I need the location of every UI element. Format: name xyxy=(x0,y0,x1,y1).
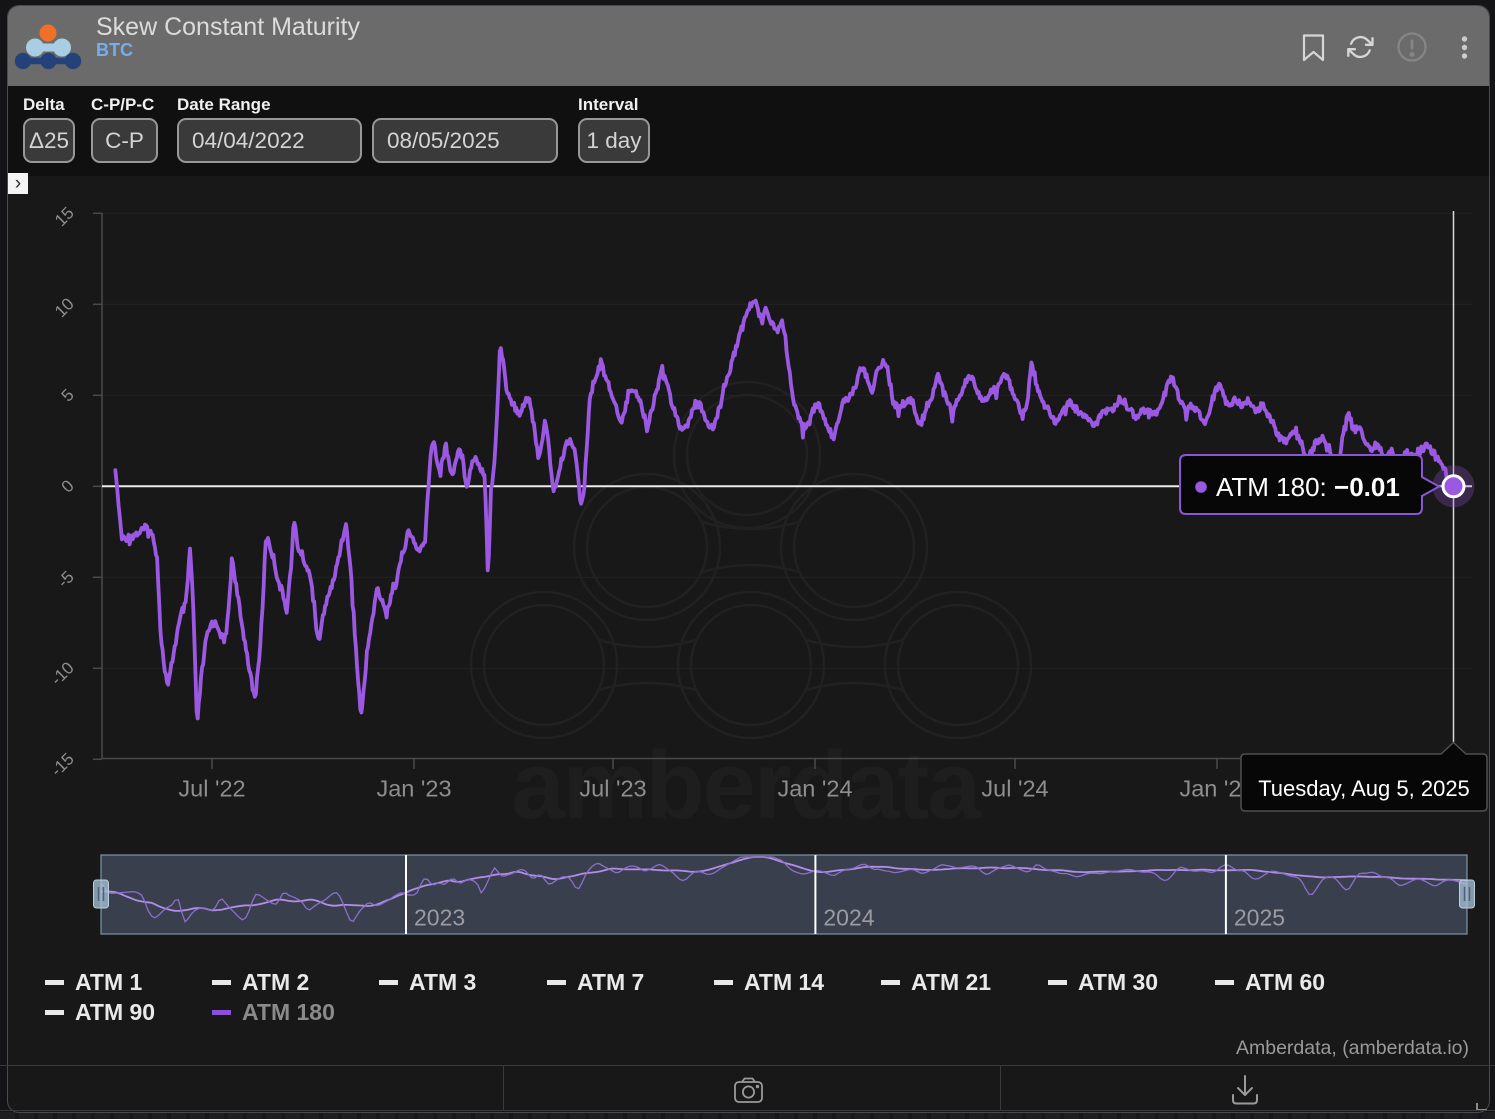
svg-text:10: 10 xyxy=(51,294,78,321)
svg-text:Jan '23: Jan '23 xyxy=(376,776,451,802)
svg-text:Tuesday, Aug 5, 2025: Tuesday, Aug 5, 2025 xyxy=(1258,776,1470,801)
svg-text:-15: -15 xyxy=(47,749,78,780)
svg-text:Jul '22: Jul '22 xyxy=(178,776,245,802)
svg-text:Jan '24: Jan '24 xyxy=(777,776,852,802)
svg-text:2024: 2024 xyxy=(823,905,874,931)
svg-text:15: 15 xyxy=(51,203,78,230)
svg-text:Jul '24: Jul '24 xyxy=(981,776,1048,802)
svg-text:5: 5 xyxy=(58,385,78,405)
svg-text:2023: 2023 xyxy=(414,905,465,931)
svg-text:0: 0 xyxy=(58,476,78,496)
svg-text:-10: -10 xyxy=(47,658,78,689)
svg-text:Jul '23: Jul '23 xyxy=(579,776,646,802)
svg-text:ATM 180: −0.01: ATM 180: −0.01 xyxy=(1216,472,1400,502)
svg-text:-5: -5 xyxy=(54,567,78,591)
svg-text:2025: 2025 xyxy=(1234,905,1285,931)
